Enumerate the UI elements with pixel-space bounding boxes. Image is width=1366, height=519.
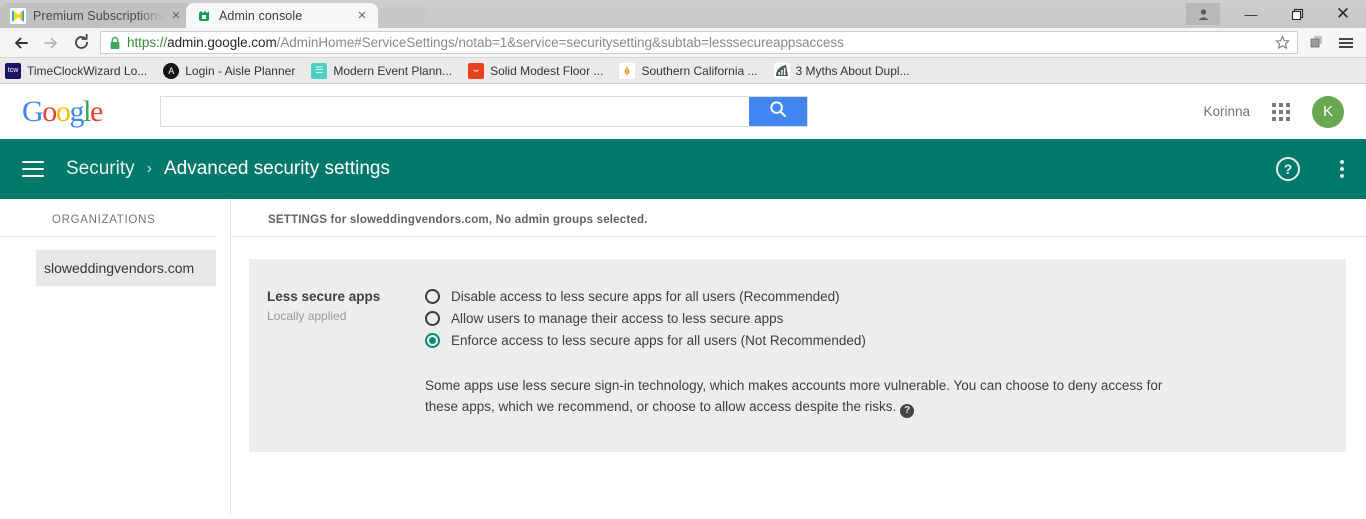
hamburger-menu-icon[interactable] [22,156,44,182]
solid-modest-floor-icon: ⌣ [468,62,485,79]
bookmark-star-icon[interactable] [1271,35,1293,50]
search-icon [768,99,788,124]
browser-tab-premium-subscriptions[interactable]: Premium Subscriptions | W × [0,3,192,28]
secure-lock-icon [109,36,121,50]
bookmark-label: Login - Aisle Planner [185,63,296,78]
bookmark-label: Southern California ... [641,63,758,78]
search-box[interactable] [159,96,808,127]
profile-icon[interactable] [1186,3,1220,25]
window-controls: — ✕ [1186,0,1366,28]
close-window-button[interactable]: ✕ [1320,0,1366,28]
minimize-button[interactable]: — [1228,0,1274,28]
close-icon[interactable]: × [354,8,370,24]
avatar[interactable]: K [1312,95,1344,128]
bookmark-southern-california[interactable]: Southern California ... [619,62,758,79]
card-subtitle: Locally applied [267,309,347,323]
organizations-sidebar: ORGANIZATIONS sloweddingvendors.com [0,199,230,515]
google-logo: Google [22,94,103,128]
google-header: Google Korinna K [0,84,1366,139]
tab-label: Premium Subscriptions | W [33,8,164,23]
url-host: admin.google.com [167,35,277,50]
reload-icon[interactable] [66,29,96,57]
radio-button-unchecked-icon[interactable] [425,311,440,326]
help-icon[interactable]: ? [1276,157,1300,181]
url-text: https://admin.google.com/AdminHome#Servi… [127,35,1271,50]
close-icon[interactable]: × [168,8,184,24]
bookmark-aisle-planner[interactable]: A Login - Aisle Planner [163,62,296,79]
radio-label: Allow users to manage their access to le… [451,311,784,326]
radio-option-disable-access[interactable]: Disable access to less secure apps for a… [425,289,1346,304]
radio-button-unchecked-icon[interactable] [425,289,440,304]
settings-scope-header: SETTINGS for sloweddingvendors.com, No a… [231,209,1366,237]
tab-label: Admin console [219,8,303,23]
modern-event-planner-icon: ☰ [311,62,328,79]
admin-console-icon [196,8,212,24]
maximize-button[interactable] [1274,0,1320,28]
southern-california-icon [619,62,636,79]
url-path: /AdminHome#ServiceSettings/notab=1&servi… [276,35,844,50]
bookmark-label: 3 Myths About Dupl... [795,63,910,78]
google-header-right: Korinna K [1203,95,1344,128]
bookmark-label: Modern Event Plann... [333,63,453,78]
card-left-column: Less secure apps Locally applied [249,289,425,418]
aisle-planner-icon: A [163,62,180,79]
duplicate-content-icon [773,62,790,79]
radio-label: Disable access to less secure apps for a… [451,289,840,304]
search-button[interactable] [748,97,807,126]
premium-icon [10,7,26,24]
address-bar[interactable]: https://admin.google.com/AdminHome#Servi… [100,31,1298,54]
app-bar-actions: ? [1276,157,1344,181]
bookmark-solid-modest-floor[interactable]: ⌣ Solid Modest Floor ... [468,62,604,79]
new-tab-button[interactable] [380,6,428,28]
bookmark-modern-event-planner[interactable]: ☰ Modern Event Plann... [311,62,453,79]
bookmark-label: TimeClockWizard Lo... [27,63,148,78]
forward-icon[interactable] [36,29,66,57]
page-title: Advanced security settings [163,158,390,179]
radio-label: Enforce access to less secure apps for a… [451,333,866,348]
back-icon[interactable] [6,29,36,57]
card-title: Less secure apps [267,289,381,304]
settings-main: SETTINGS for sloweddingvendors.com, No a… [230,199,1366,515]
sidebar-item-sloweddingvendors[interactable]: sloweddingvendors.com [36,250,216,286]
chevron-right-icon: › [146,160,152,177]
breadcrumb-parent-security[interactable]: Security [66,158,135,180]
extension-icon[interactable] [1304,29,1332,57]
radio-button-checked-icon[interactable] [425,333,440,348]
card-description-block: Some apps use less secure sign-in techno… [425,375,1180,418]
bookmark-label: Solid Modest Floor ... [490,63,604,78]
app-bar: Security › Advanced security settings ? [0,139,1366,199]
tab-strip: Premium Subscriptions | W × Admin consol… [0,0,1366,28]
page-content: ORGANIZATIONS sloweddingvendors.com SETT… [0,199,1366,515]
browser-tab-admin-console[interactable]: Admin console × [186,3,378,28]
card-right-column: Disable access to less secure apps for a… [425,289,1346,418]
help-icon[interactable]: ? [900,403,915,418]
bookmark-timeclockwizard[interactable]: tcw TimeClockWizard Lo... [5,62,148,79]
timeclockwizard-icon: tcw [5,62,21,79]
url-scheme: https:// [127,35,168,50]
browser-toolbar: https://admin.google.com/AdminHome#Servi… [0,28,1366,58]
card-description: Some apps use less secure sign-in techno… [425,378,1163,414]
more-options-icon[interactable] [1340,157,1344,181]
bookmark-3-myths-about-duplicate[interactable]: 3 Myths About Dupl... [773,62,910,79]
search-input[interactable] [160,97,749,126]
user-name-label: Korinna [1203,104,1250,119]
less-secure-apps-card: Less secure apps Locally applied Disable… [249,259,1346,452]
apps-grid-icon[interactable] [1272,102,1290,121]
bookmarks-bar: tcw TimeClockWizard Lo... A Login - Aisl… [0,58,1366,84]
radio-option-allow-users-manage[interactable]: Allow users to manage their access to le… [425,311,1346,326]
radio-option-enforce-access[interactable]: Enforce access to less secure apps for a… [425,333,1346,348]
browser-window: Premium Subscriptions | W × Admin consol… [0,0,1366,519]
sidebar-heading: ORGANIZATIONS [0,209,216,237]
chrome-menu-icon[interactable] [1332,29,1360,57]
